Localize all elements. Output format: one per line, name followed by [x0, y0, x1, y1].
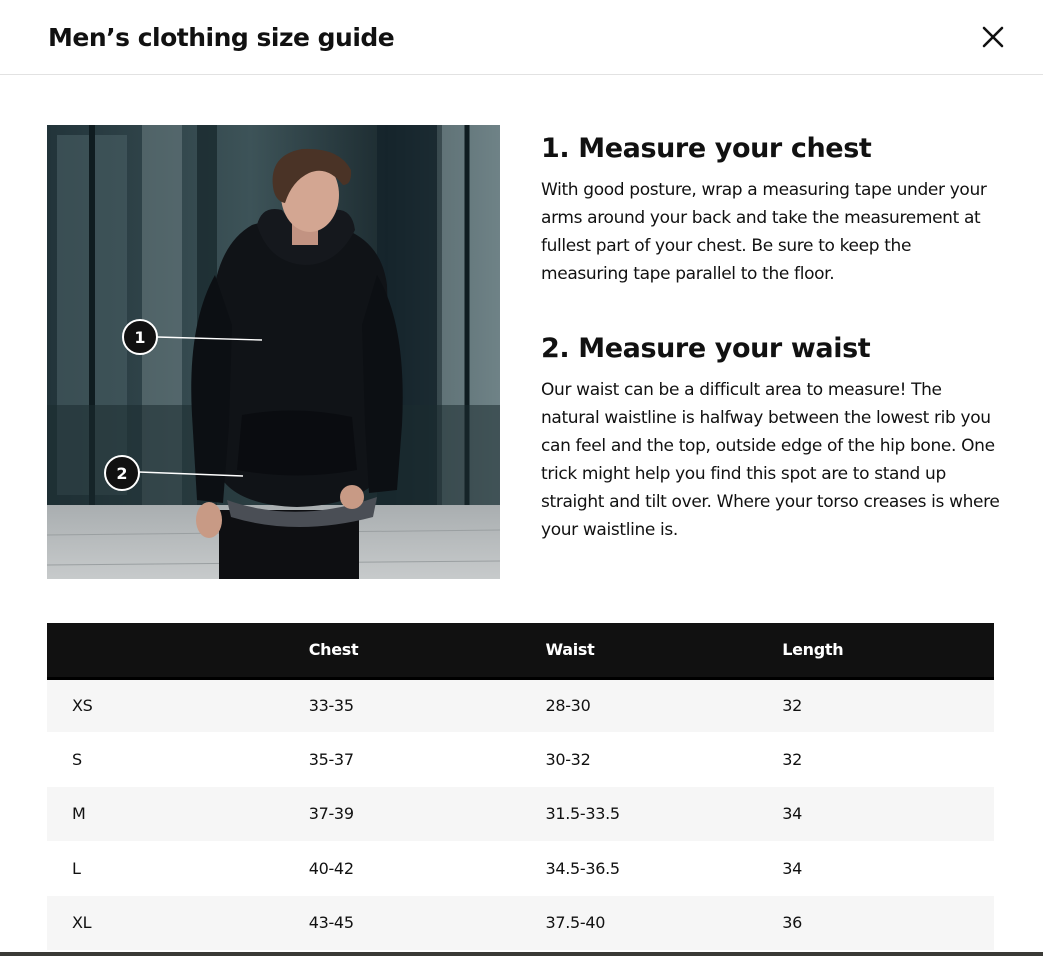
table-row: M 37-39 31.5-33.5 34 [47, 786, 994, 842]
chest-cell: 35-37 [308, 750, 354, 770]
length-cell: 34 [782, 858, 802, 878]
size-cell: XS [72, 696, 93, 716]
table-row: XS 33-35 28-30 32 [47, 678, 994, 733]
step-heading: 2. Measure your waist [541, 333, 871, 364]
waist-cell: 34.5-36.5 [545, 858, 620, 878]
step-chest: 1. Measure your chest With good posture,… [541, 128, 1001, 288]
table-row: XL 43-45 37.5-40 36 [47, 895, 994, 950]
column-header-length: Length [782, 640, 844, 660]
waist-cell: 30-32 [545, 750, 591, 770]
table-header-row: Chest Waist Length [47, 623, 994, 678]
close-icon [976, 20, 1010, 54]
chest-cell: 43-45 [308, 913, 354, 933]
size-guide-modal: Men’s clothing size guide 1 2 1. Measure… [0, 0, 1043, 956]
length-cell: 34 [782, 804, 802, 824]
size-cell: M [72, 804, 86, 824]
length-cell: 32 [782, 750, 802, 770]
waist-cell: 31.5-33.5 [545, 804, 620, 824]
measurement-instructions: 1. Measure your chest With good posture,… [541, 128, 1001, 544]
size-cell: XL [72, 913, 92, 933]
chest-cell: 33-35 [308, 696, 354, 716]
step-text: Our waist can be a difficult area to mea… [541, 380, 1000, 540]
close-button[interactable] [976, 20, 1010, 54]
column-header-size [47, 623, 284, 678]
chest-cell: 37-39 [308, 804, 354, 824]
size-cell: S [72, 750, 82, 770]
waist-cell: 37.5-40 [545, 913, 606, 933]
step-waist: 2. Measure your waist Our waist can be a… [541, 328, 1001, 544]
column-header-waist: Waist [545, 640, 595, 660]
size-table: Chest Waist Length XS 33-35 28-30 32 S 3… [47, 623, 994, 950]
modal-header: Men’s clothing size guide [0, 0, 1043, 75]
waist-cell: 28-30 [545, 696, 591, 716]
column-header-chest: Chest [308, 640, 359, 660]
modal-title: Men’s clothing size guide [48, 23, 395, 52]
step-text: With good posture, wrap a measuring tape… [541, 180, 987, 284]
size-cell: L [72, 858, 81, 878]
marker-1-label: 1 [134, 328, 145, 347]
table-row: S 35-37 30-32 32 [47, 732, 994, 787]
chest-cell: 40-42 [308, 858, 354, 878]
step-heading: 1. Measure your chest [541, 133, 872, 164]
table-row: L 40-42 34.5-36.5 34 [47, 841, 994, 896]
length-cell: 36 [782, 913, 802, 933]
marker-2-label: 2 [116, 464, 127, 483]
page-bottom-edge [0, 952, 1043, 956]
length-cell: 32 [782, 696, 802, 716]
measurement-photo: 1 2 [47, 125, 500, 579]
